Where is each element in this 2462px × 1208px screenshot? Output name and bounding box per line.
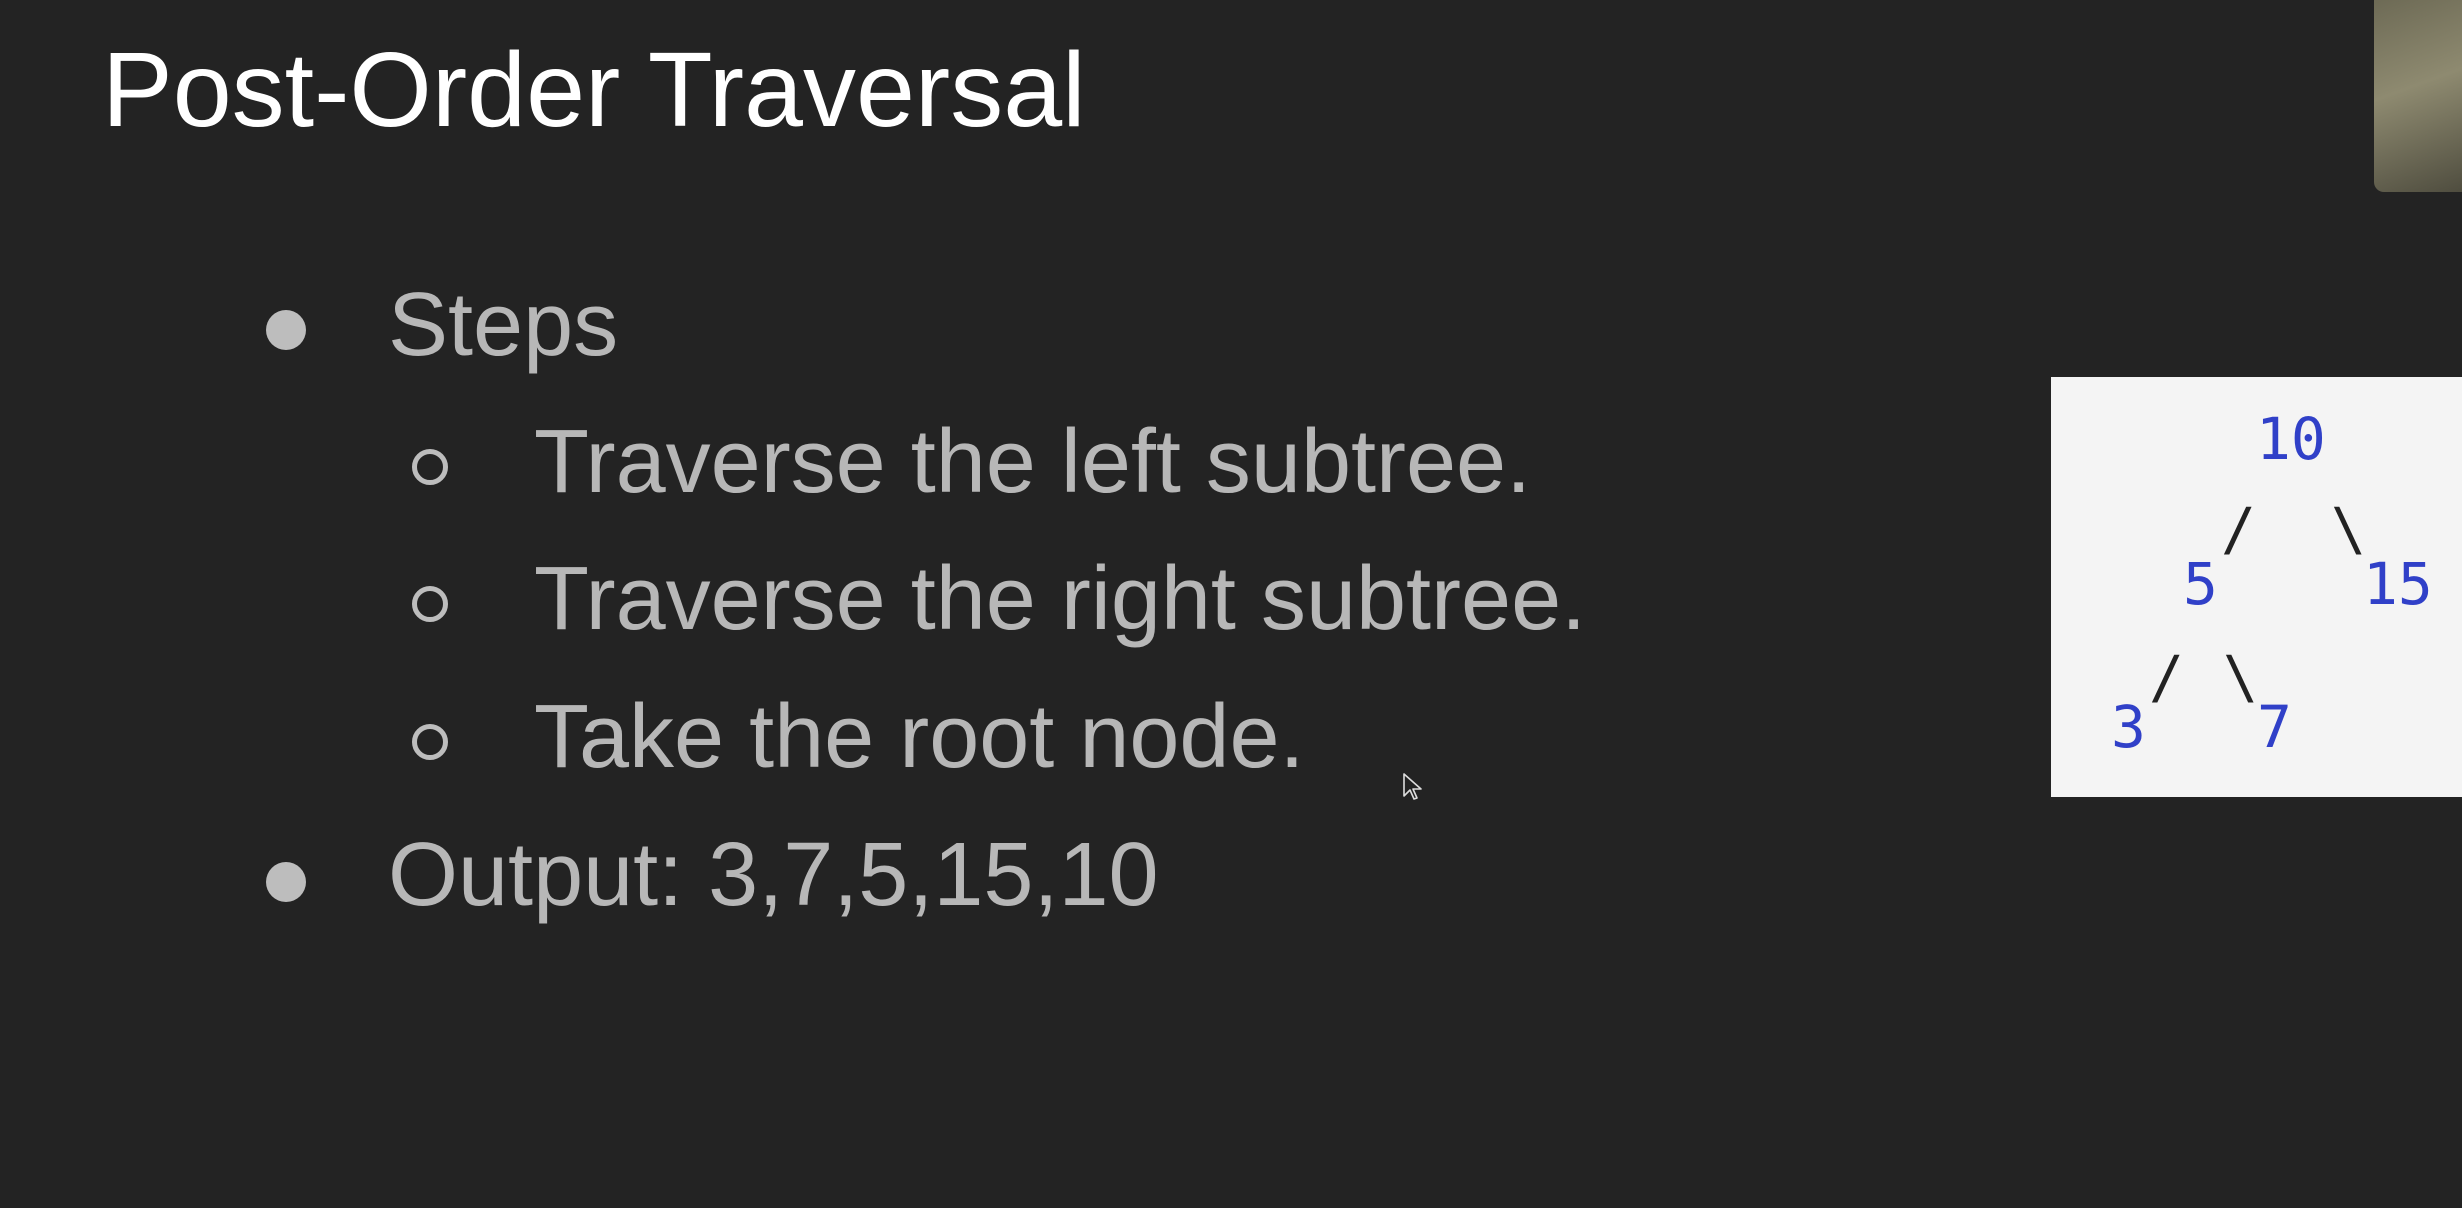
bullet-ring-icon [412, 724, 448, 760]
tree-node-left-left: 3 [2111, 693, 2146, 761]
tree-node-root: 10 [2256, 405, 2326, 473]
tree-node-right: 15 [2363, 550, 2433, 618]
step-left-subtree: Traverse the left subtree. [534, 412, 1532, 512]
bullet-steps: Steps [388, 275, 619, 375]
tree-edge: / [2149, 643, 2184, 711]
tree-node-left-right: 7 [2257, 693, 2292, 761]
bullet-ring-icon [412, 586, 448, 622]
tree-node-left: 5 [2183, 550, 2218, 618]
bullet-ring-icon [412, 449, 448, 485]
tree-edge: / [2221, 495, 2256, 563]
step-root-node: Take the root node. [534, 687, 1305, 787]
slide-title: Post-Order Traversal [102, 31, 1086, 149]
binary-tree-diagram: 10 / \ 5 15 / \ 3 7 [2051, 377, 2462, 797]
step-right-subtree: Traverse the right subtree. [534, 549, 1587, 649]
tree-edge: \ [2223, 643, 2258, 711]
bullet-output: Output: 3,7,5,15,10 [388, 825, 1159, 925]
bullet-dot-icon [266, 310, 306, 350]
presentation-slide: Post-Order Traversal Steps Traverse the … [0, 0, 2462, 1208]
mouse-cursor-icon [1403, 773, 1422, 800]
webcam-overlay [2374, 0, 2462, 192]
bullet-dot-icon [266, 862, 306, 902]
tree-edge: \ [2331, 495, 2366, 563]
